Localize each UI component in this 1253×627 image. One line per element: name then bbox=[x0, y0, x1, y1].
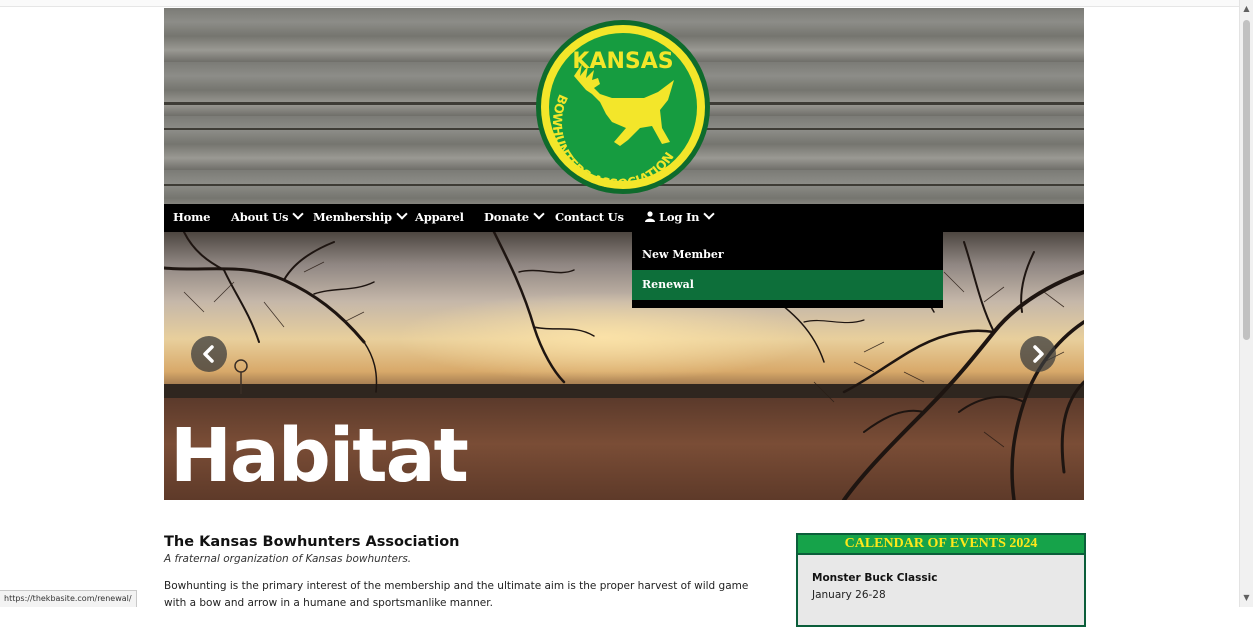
chevron-left-icon bbox=[203, 345, 214, 363]
chevron-down-icon bbox=[533, 208, 545, 220]
logo-top-text: KANSAS bbox=[572, 49, 673, 74]
chevron-right-icon bbox=[1033, 345, 1044, 363]
slide-title: Habitat bbox=[170, 413, 469, 499]
kba-logo[interactable]: KANSAS BOWHUNTERS ASSOCIATION bbox=[534, 18, 712, 196]
page-subtitle: A fraternal organization of Kansas bowhu… bbox=[164, 553, 412, 565]
calendar-event-name[interactable]: Monster Buck Classic bbox=[812, 572, 937, 584]
nav-about-us[interactable]: About Us bbox=[231, 204, 304, 232]
scrollbar-thumb[interactable] bbox=[1243, 20, 1250, 340]
calendar-widget: CALENDAR OF EVENTS 2024 Monster Buck Cla… bbox=[796, 533, 1086, 627]
nav-log-in[interactable]: Log In bbox=[645, 204, 716, 232]
calendar-heading: CALENDAR OF EVENTS 2024 bbox=[798, 535, 1084, 555]
dropdown-item-renewal[interactable]: Renewal bbox=[632, 270, 943, 300]
login-dropdown-menu: New Member Renewal bbox=[632, 232, 943, 308]
page-scrollbar[interactable]: ▲ ▼ bbox=[1239, 0, 1253, 607]
slider-next-button[interactable] bbox=[1020, 336, 1056, 372]
hero-slider: Habitat bbox=[164, 232, 1084, 500]
scroll-down-icon[interactable]: ▼ bbox=[1240, 591, 1253, 605]
nav-apparel[interactable]: Apparel bbox=[415, 204, 464, 232]
header-banner: KANSAS BOWHUNTERS ASSOCIATION bbox=[164, 8, 1084, 204]
windmill-icon bbox=[234, 359, 248, 394]
user-icon bbox=[645, 211, 655, 222]
scroll-up-icon[interactable]: ▲ bbox=[1240, 2, 1253, 16]
browser-top-edge bbox=[0, 0, 1240, 7]
chevron-down-icon bbox=[396, 208, 408, 220]
dropdown-item-new-member[interactable]: New Member bbox=[632, 240, 943, 270]
nav-membership[interactable]: Membership bbox=[313, 204, 408, 232]
page-title: The Kansas Bowhunters Association bbox=[164, 534, 460, 550]
chevron-down-icon bbox=[292, 208, 304, 220]
chevron-down-icon bbox=[703, 208, 716, 220]
nav-home[interactable]: Home bbox=[173, 204, 210, 232]
nav-contact-us[interactable]: Contact Us bbox=[555, 204, 624, 232]
nav-donate[interactable]: Donate bbox=[484, 204, 545, 232]
calendar-event-date: January 26-28 bbox=[812, 589, 886, 601]
slider-prev-button[interactable] bbox=[191, 336, 227, 372]
link-status-bar: https://thekbasite.com/renewal/ bbox=[0, 590, 137, 607]
main-content: The Kansas Bowhunters Association A frat… bbox=[164, 532, 784, 612]
main-nav: Home About Us Membership Apparel Donate … bbox=[164, 204, 1084, 232]
